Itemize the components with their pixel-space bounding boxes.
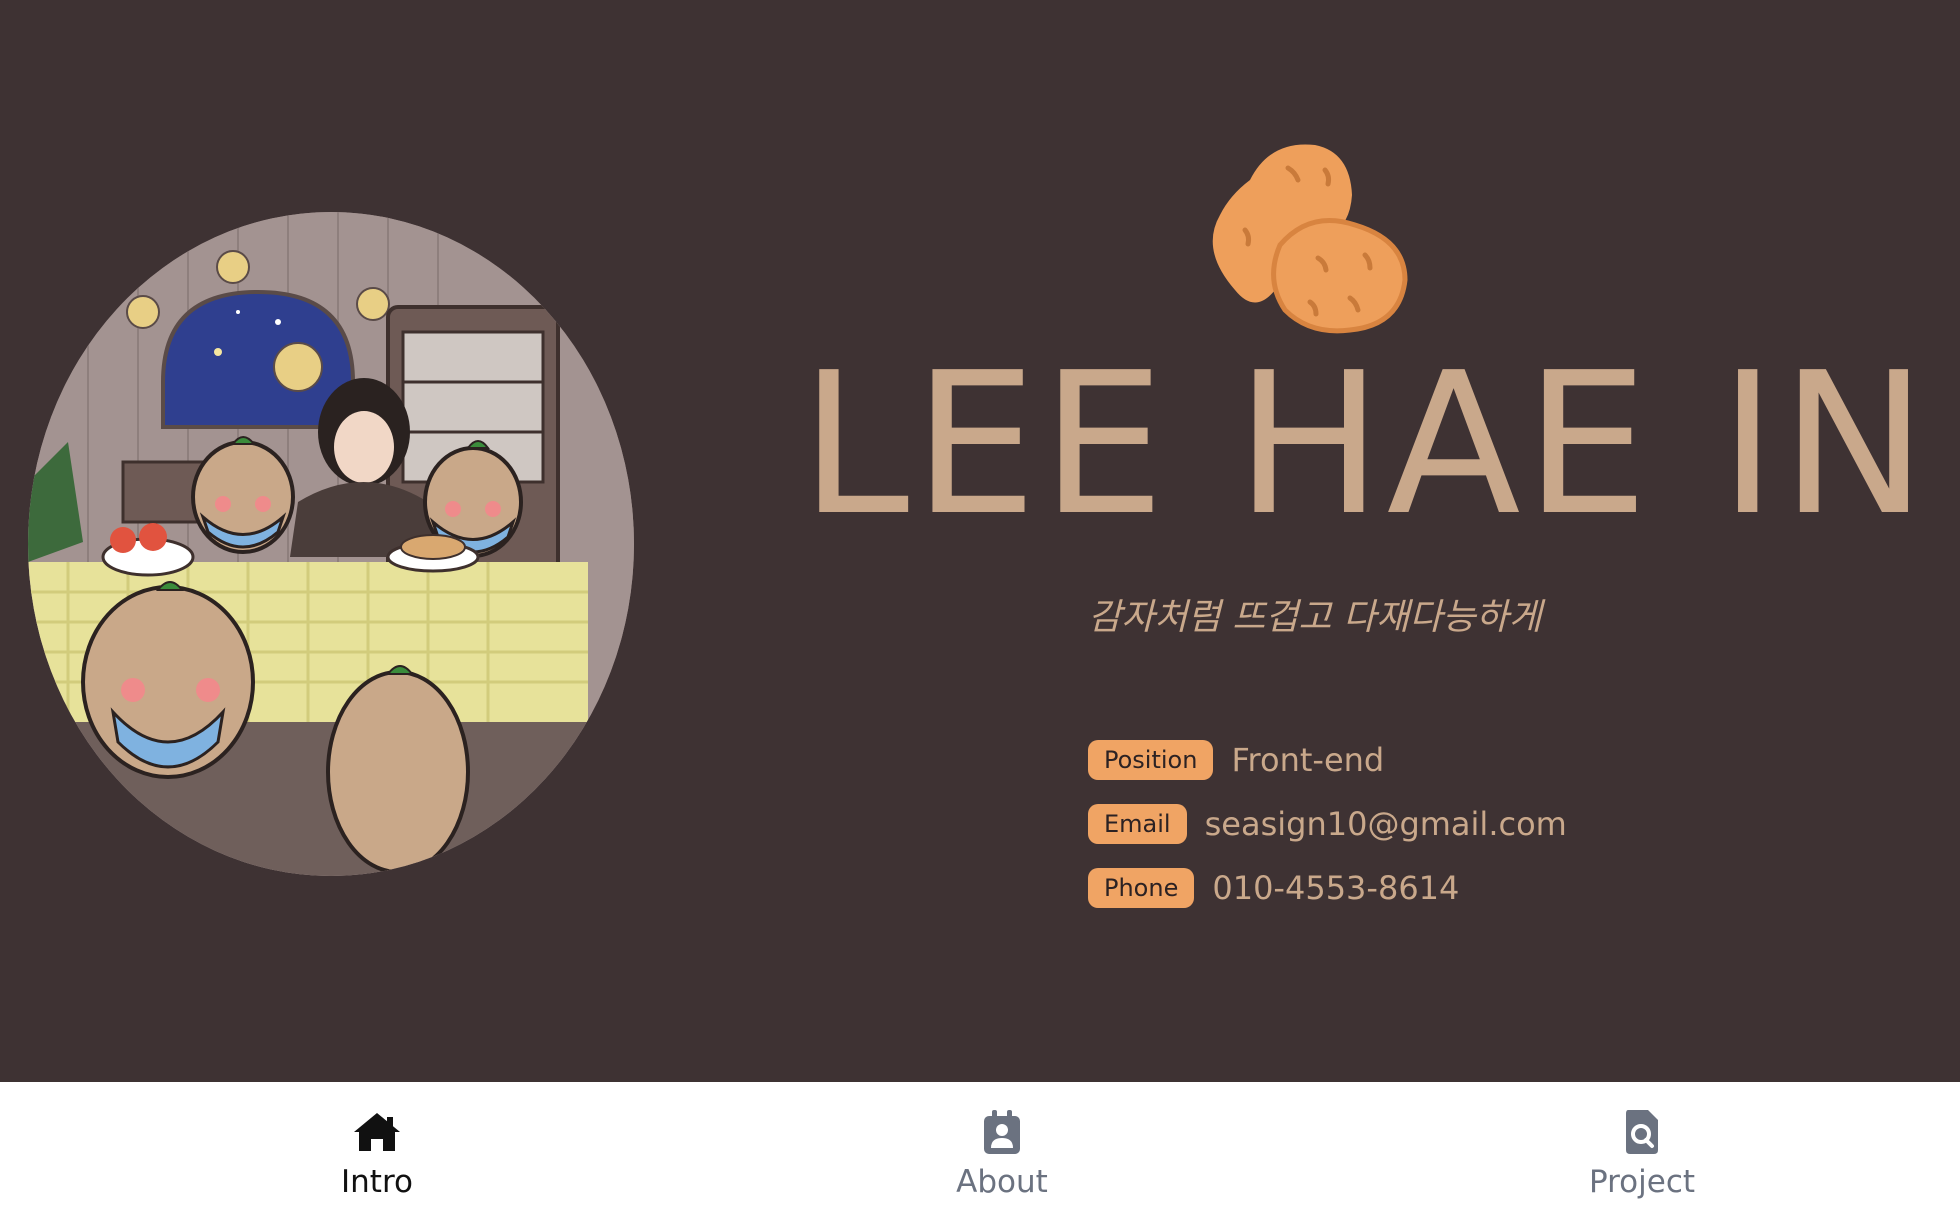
profile-name: LEE HAE IN — [800, 331, 1932, 559]
nav-label-project: Project — [1588, 1164, 1696, 1200]
info-row-email: Email seasign10@gmail.com — [1088, 792, 1567, 856]
potato-icon — [1212, 144, 1408, 334]
nav-label-intro: Intro — [341, 1164, 413, 1200]
nav-item-project[interactable]: Project — [1522, 1082, 1762, 1216]
bottom-navigation: Intro About Project — [0, 1082, 1960, 1216]
info-row-phone: Phone 010-4553-8614 — [1088, 856, 1567, 920]
info-row-position: Position Front-end — [1088, 728, 1567, 792]
position-badge: Position — [1088, 740, 1214, 780]
position-value: Front-end — [1231, 741, 1385, 779]
home-icon — [352, 1108, 402, 1156]
contact-card-icon — [977, 1108, 1027, 1156]
phone-value[interactable]: 010-4553-8614 — [1212, 869, 1459, 907]
phone-badge: Phone — [1088, 868, 1195, 908]
email-value[interactable]: seasign10@gmail.com — [1205, 805, 1567, 843]
intro-section: LEE HAE IN 감자처럼 뜨겁고 다재다능하게 Position Fron… — [0, 0, 1960, 1082]
file-search-icon — [1617, 1108, 1667, 1156]
contact-info: Position Front-end Email seasign10@gmail… — [1088, 728, 1567, 920]
profile-tagline: 감자처럼 뜨겁고 다재다능하게 — [1088, 597, 1542, 638]
nav-label-about: About — [956, 1164, 1048, 1200]
nav-item-intro[interactable]: Intro — [257, 1082, 497, 1216]
nav-item-about[interactable]: About — [882, 1082, 1122, 1216]
profile-photo — [28, 212, 634, 876]
email-badge: Email — [1088, 804, 1187, 844]
